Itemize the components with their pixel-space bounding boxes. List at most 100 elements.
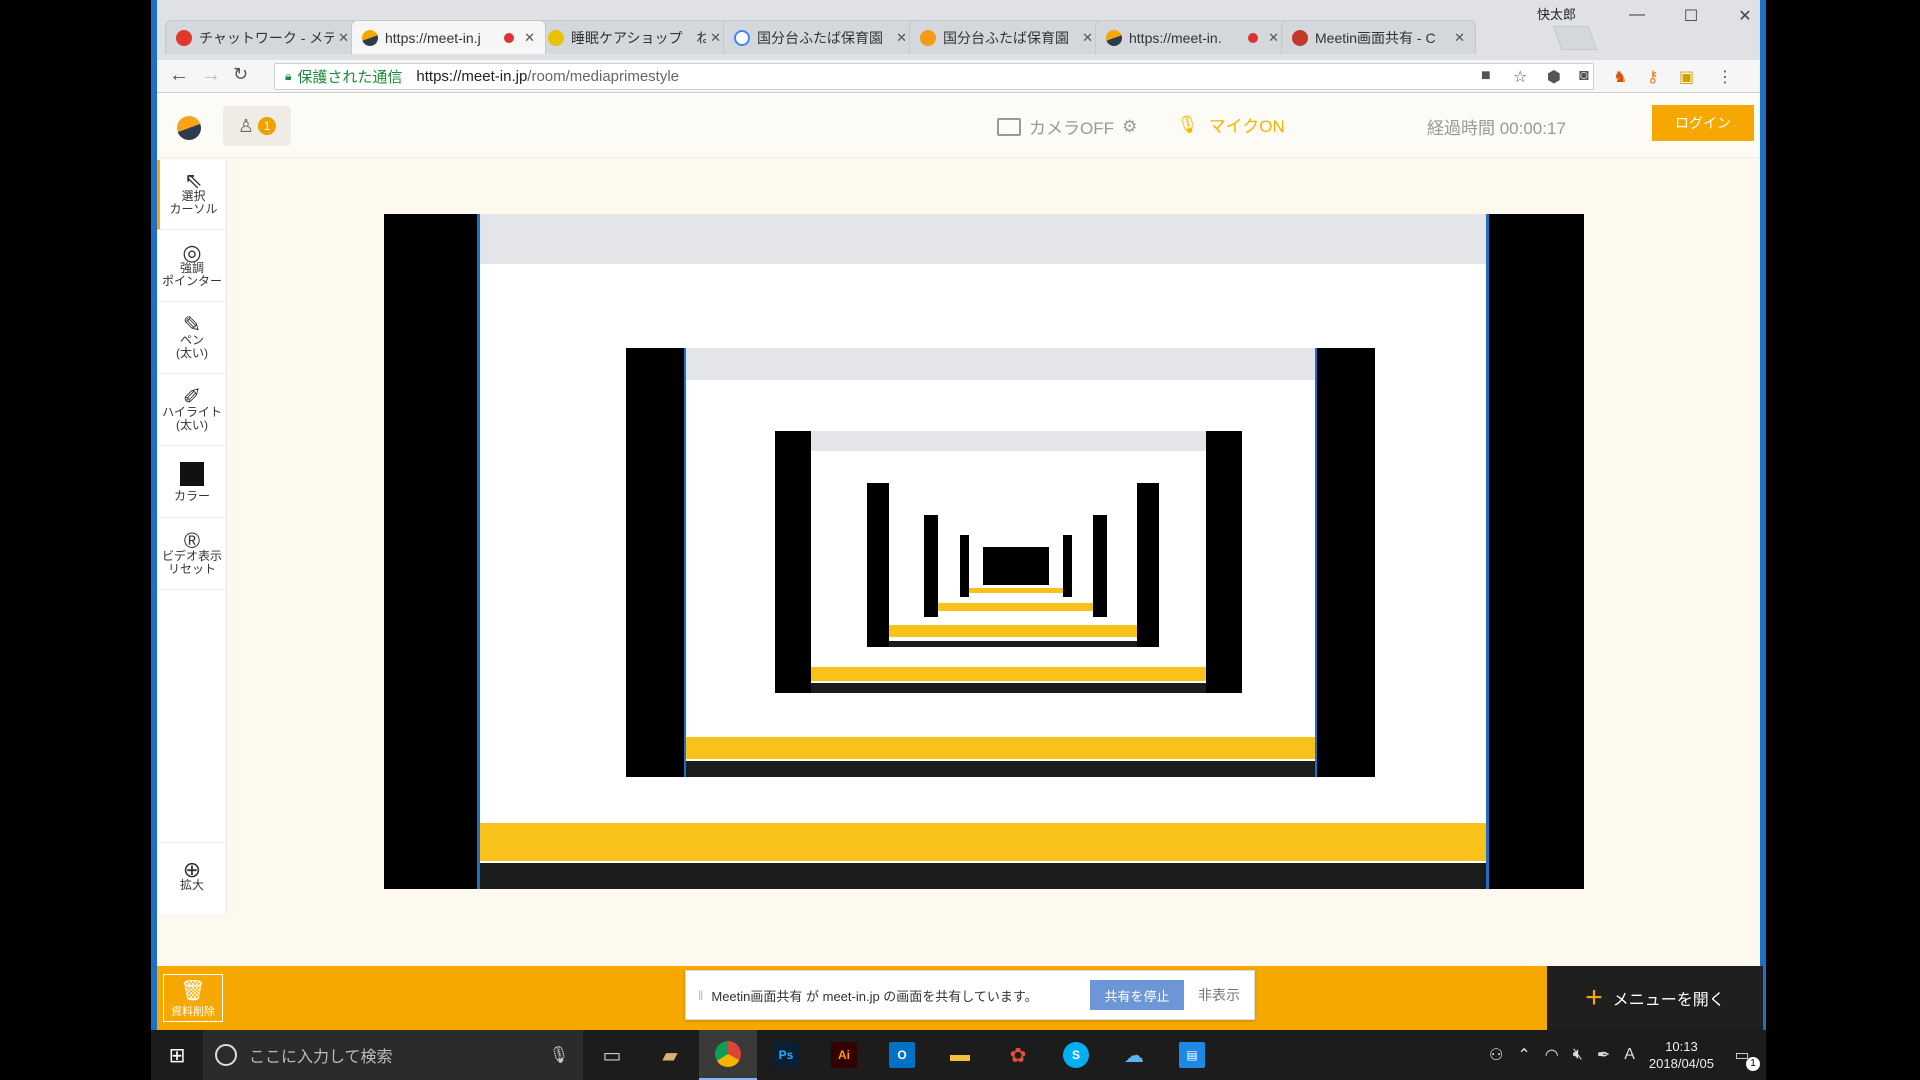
wallet-extension-icon[interactable]: ▣ [1679, 67, 1694, 87]
tool-highlight[interactable]: ✐ ハイライト (太い) [157, 376, 227, 446]
fox-extension-icon[interactable]: ♞ [1613, 67, 1627, 87]
tool-label-line2: (太い) [176, 417, 208, 432]
tool-pen[interactable]: ✎ ペン (太い) [157, 304, 227, 374]
meetin-favicon-icon [1106, 29, 1122, 46]
nested-bottom-bar [811, 667, 1206, 681]
participant-count-badge: 1 [258, 117, 277, 135]
forward-arrow-icon[interactable]: → [201, 64, 221, 87]
chrome-app-icon[interactable] [699, 1030, 757, 1080]
reload-icon[interactable]: ↻ [233, 64, 248, 85]
tool-label-line2: カーソル [169, 201, 218, 216]
camera-toggle[interactable]: カメラOFF ⚙ [997, 114, 1137, 139]
camera-settings-gear-icon[interactable]: ⚙ [1122, 117, 1137, 137]
cursor-icon: ⇖ [184, 167, 203, 193]
extension-icon[interactable]: ⬢ [1547, 67, 1561, 87]
people-icon[interactable]: ⚇ [1489, 1045, 1503, 1065]
system-tray: ⚇ ⌃ ◠ 🔇︎ ✒ A 10:13 2018/04/05 ▭ 1 [1489, 1038, 1766, 1072]
photoshop-app-icon[interactable]: Ps [757, 1030, 815, 1080]
pen-workspace-icon[interactable]: ✒ [1597, 1045, 1610, 1065]
bookmark-star-icon[interactable]: ☆ [1513, 67, 1527, 87]
tab-nursery[interactable]: 国分台ふたば保育園 ✕ [909, 20, 1104, 54]
tab-meetin-1[interactable]: https://meet-in.j ✕ [351, 20, 546, 54]
nested-taskbar [889, 641, 1137, 647]
nested-browser-chrome [480, 214, 1486, 264]
taskbar-search[interactable]: ここに入力して検索 🎙︎ [203, 1030, 583, 1080]
zoom-label: 拡大 [179, 878, 204, 892]
microphone-icon: 🎙︎ [1177, 114, 1199, 134]
tab-close-icon[interactable]: ✕ [1268, 30, 1279, 46]
nested-screen-level4 [889, 483, 1137, 647]
tab-close-icon[interactable]: ✕ [338, 30, 349, 46]
delete-material-button[interactable]: 🗑︎ 資料削除 [163, 974, 223, 1022]
open-menu-button[interactable]: + メニューを開く [1547, 966, 1763, 1030]
tab-close-icon[interactable]: ✕ [1454, 30, 1465, 46]
tab-close-icon[interactable]: ✕ [710, 30, 721, 46]
microphone-icon[interactable]: 🎙︎ [549, 1045, 569, 1065]
nested-screen-level5 [938, 515, 1093, 617]
tool-select-cursor[interactable]: ⇖ 選択 カーソル [157, 160, 227, 230]
notification-count: 1 [1746, 1057, 1760, 1071]
tab-strip: チャットワーク - メディア ✕ https://meet-in.j ✕ 睡眠ケ… [157, 0, 1760, 68]
app-header: ♙ 1 カメラOFF ⚙ 🎙︎ マイクON 経過時間 00:00:17 ログイン [157, 94, 1760, 158]
outlook-app-icon[interactable]: O [873, 1030, 931, 1080]
stop-sharing-button[interactable]: 共有を停止 [1090, 980, 1184, 1010]
action-center-icon[interactable]: ▭ 1 [1728, 1041, 1760, 1071]
volume-muted-icon[interactable]: 🔇︎ [1573, 1046, 1583, 1064]
folder-app-icon[interactable]: ▰ [641, 1030, 699, 1080]
windows-start-icon[interactable]: ⊞ [151, 1030, 203, 1080]
task-view-icon[interactable]: ▭ [583, 1030, 641, 1080]
mic-toggle[interactable]: 🎙︎ マイクON [1177, 112, 1285, 137]
cortana-icon [215, 1044, 237, 1066]
chrome-menu-icon[interactable]: ⋮ [1717, 67, 1733, 87]
onedrive-app-icon[interactable]: ☁ [1105, 1030, 1163, 1080]
illustrator-app-icon[interactable]: Ai [815, 1030, 873, 1080]
camera-permission-icon[interactable]: ■ [1481, 67, 1491, 85]
login-button[interactable]: ログイン [1652, 105, 1754, 141]
address-bar[interactable]: 🔒︎ 保護された通信 https://meet-in.jp/room/media… [274, 63, 1594, 90]
pinwheel-app-icon[interactable]: ✿ [989, 1030, 1047, 1080]
taskbar-clock[interactable]: 10:13 2018/04/05 [1649, 1038, 1714, 1072]
nested-screen-level6 [969, 535, 1063, 597]
recording-dot-icon [504, 32, 515, 43]
back-arrow-icon[interactable]: ← [169, 64, 189, 87]
zoom-in-icon: ⊕ [182, 857, 202, 882]
file-explorer-icon[interactable]: ▬ [931, 1030, 989, 1080]
tool-label-line1: カラー [173, 489, 210, 503]
mic-label: マイクON [1208, 117, 1285, 136]
tool-video-reset[interactable]: ® ビデオ表示 リセット [157, 520, 227, 590]
tool-pointer[interactable]: ◎ 強調 ポインター [157, 232, 227, 302]
tab-meetin-share[interactable]: Meetin画面共有 - C ✕ [1281, 20, 1476, 54]
tab-close-icon[interactable]: ✕ [1082, 30, 1093, 46]
skype-app-icon[interactable]: S [1047, 1030, 1105, 1080]
screenshot-extension-icon[interactable]: ◙ [1579, 67, 1589, 85]
tab-chatwork[interactable]: チャットワーク - メディア ✕ [165, 20, 360, 54]
new-tab-button[interactable] [1552, 26, 1598, 50]
tab-close-icon[interactable]: ✕ [896, 30, 907, 46]
close-window-icon[interactable]: ✕ [1725, 6, 1765, 26]
tool-label-line2: ポインター [161, 273, 222, 288]
participants-button[interactable]: ♙ 1 [223, 106, 291, 146]
tool-color[interactable]: カラー [157, 448, 227, 518]
tool-label-line1: ペン [179, 332, 204, 347]
photos-app-icon[interactable]: ▤ [1163, 1030, 1221, 1080]
minimize-icon[interactable]: — [1617, 6, 1657, 24]
tab-sleep-care[interactable]: 睡眠ケアショップ ね ✕ [537, 20, 732, 54]
drag-grip-icon[interactable]: ‖ [698, 988, 703, 1003]
video-reset-icon: ® [183, 527, 201, 553]
hide-button[interactable]: 非表示 [1198, 985, 1240, 1005]
camera-icon [997, 117, 1021, 136]
maximize-icon[interactable]: ☐ [1671, 6, 1711, 26]
nested-share-level7 [983, 547, 1049, 585]
tab-title: 睡眠ケアショップ ね [571, 29, 707, 46]
nested-bottom-bar [938, 603, 1093, 611]
wifi-icon[interactable]: ◠ [1545, 1045, 1559, 1065]
tab-meetin-2[interactable]: https://meet-in. ✕ [1095, 20, 1290, 54]
key-extension-icon[interactable]: ⚷ [1647, 67, 1659, 87]
tab-close-icon[interactable]: ✕ [524, 30, 535, 46]
tool-zoom[interactable]: ⊕ 拡大 [157, 842, 227, 912]
nested-share-level5 [924, 515, 1107, 617]
tab-title: 国分台ふたば保育園 [757, 29, 883, 46]
tab-nursery-google[interactable]: 国分台ふたば保育園 ✕ [723, 20, 918, 54]
ime-indicator[interactable]: A [1624, 1046, 1635, 1064]
tray-chevron-up-icon[interactable]: ⌃ [1517, 1045, 1530, 1065]
